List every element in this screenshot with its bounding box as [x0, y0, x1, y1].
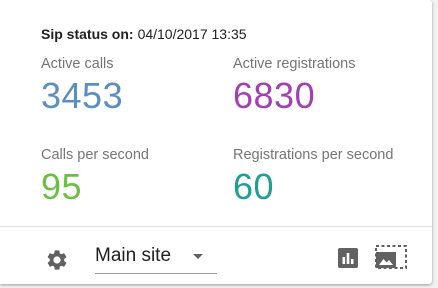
metric-active-registrations: Active registrations 6830: [233, 56, 356, 114]
metric-active-calls: Active calls 3453: [41, 56, 123, 114]
gear-icon[interactable]: [45, 248, 69, 272]
status-label: Sip status on:: [41, 26, 134, 42]
metric-value: 95: [41, 166, 83, 207]
bar-chart-icon[interactable]: [337, 247, 359, 269]
metric-value: 3453: [41, 75, 124, 116]
metric-value: 60: [233, 166, 275, 207]
status-line: Sip status on: 04/10/2017 13:35: [41, 26, 247, 42]
metric-calls-per-second: Calls per second 95: [41, 147, 149, 205]
metric-label: Registrations per second: [233, 147, 394, 163]
metric-label: Active calls: [41, 56, 114, 72]
site-select-value: Main site: [95, 245, 172, 266]
card-footer: Main site: [0, 226, 432, 284]
metric-registrations-per-second: Registrations per second 60: [233, 147, 393, 205]
image-selection-icon[interactable]: [374, 244, 408, 270]
metric-value: 6830: [233, 75, 316, 116]
metric-label: Active registrations: [233, 56, 356, 72]
chevron-down-icon: [193, 254, 203, 259]
status-timestamp: 04/10/2017 13:35: [137, 26, 247, 42]
sip-status-card: Sip status on: 04/10/2017 13:35 Active ca…: [0, 0, 432, 284]
metric-label: Calls per second: [41, 147, 149, 163]
site-select[interactable]: Main site: [95, 243, 217, 274]
